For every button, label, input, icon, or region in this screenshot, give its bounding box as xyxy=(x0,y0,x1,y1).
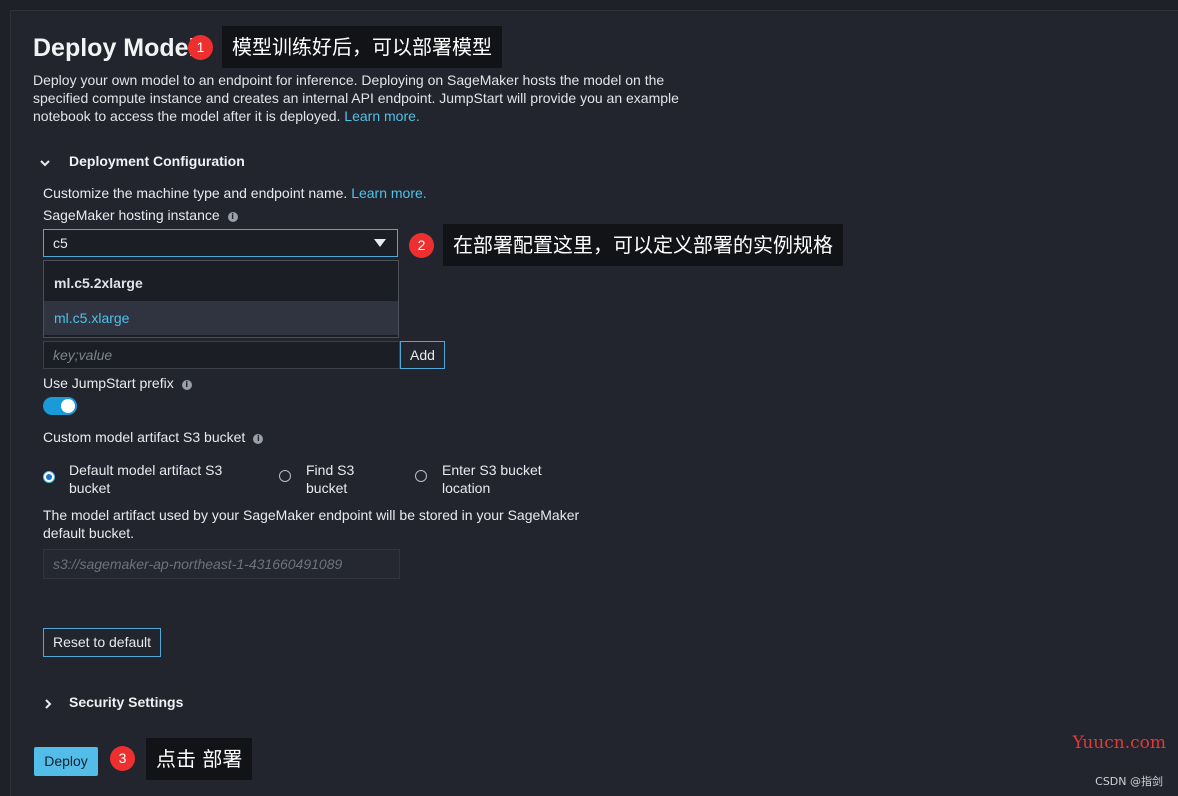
learn-more-link[interactable]: Learn more. xyxy=(344,108,419,124)
radio-label-line: Find S3 xyxy=(306,462,355,478)
caret-down-icon xyxy=(374,239,386,247)
instance-select[interactable]: c5 xyxy=(43,229,398,257)
prefix-label-row: Use JumpStart prefix i xyxy=(43,375,192,391)
author-watermark: CSDN @指剑 xyxy=(1095,775,1163,788)
instance-dropdown: ml.c5.2xlarge ml.c5.xlarge xyxy=(43,260,399,338)
radio-label-line: Default model artifact S3 xyxy=(69,462,223,478)
radio-label-line: bucket xyxy=(69,480,111,496)
s3-path-input: s3://sagemaker-ap-northeast-1-4316604910… xyxy=(43,549,400,579)
deployment-config-heading[interactable]: Deployment Configuration xyxy=(69,153,245,169)
s3-label-row: Custom model artifact S3 bucket i xyxy=(43,429,264,445)
info-icon[interactable]: i xyxy=(253,434,264,444)
instance-select-value: c5 xyxy=(53,235,68,251)
s3-note: The model artifact used by your SageMake… xyxy=(43,506,579,542)
page-description: Deploy your own model to an endpoint for… xyxy=(33,71,713,125)
radio-label-line: location xyxy=(442,480,491,496)
reset-to-default-button[interactable]: Reset to default xyxy=(43,628,161,657)
s3-note-line: default bucket. xyxy=(43,525,135,541)
toggle-knob xyxy=(61,399,75,413)
prefix-label: Use JumpStart prefix xyxy=(43,375,174,391)
annotation-badge: 3 xyxy=(110,746,135,771)
annotation-badge: 2 xyxy=(409,233,434,258)
annotation-badge: 1 xyxy=(188,35,213,60)
s3-label: Custom model artifact S3 bucket xyxy=(43,429,246,445)
info-icon[interactable]: i xyxy=(181,380,192,390)
jumpstart-prefix-toggle[interactable] xyxy=(43,397,77,415)
instance-option-highlighted[interactable]: ml.c5.xlarge xyxy=(44,301,398,335)
page-title: Deploy Model xyxy=(33,34,196,62)
config-learn-more-link[interactable]: Learn more. xyxy=(351,185,426,201)
chevron-right-icon[interactable] xyxy=(41,697,55,711)
radio-find-bucket[interactable] xyxy=(279,470,291,482)
config-intro: Customize the machine type and endpoint … xyxy=(43,185,427,201)
radio-default-bucket-label[interactable]: Default model artifact S3 bucket xyxy=(69,461,222,497)
radio-label-line: bucket xyxy=(306,480,348,496)
tag-input[interactable]: key;value xyxy=(43,341,400,369)
radio-default-bucket[interactable] xyxy=(43,471,55,483)
instance-label-row: SageMaker hosting instance i xyxy=(43,207,238,223)
deploy-button[interactable]: Deploy xyxy=(34,747,98,776)
radio-enter-bucket-label[interactable]: Enter S3 bucket location xyxy=(442,461,542,497)
radio-label-line: Enter S3 bucket xyxy=(442,462,542,478)
radio-enter-bucket[interactable] xyxy=(415,470,427,482)
deploy-panel xyxy=(10,10,1178,796)
s3-note-line: The model artifact used by your SageMake… xyxy=(43,507,580,523)
instance-option[interactable]: ml.c5.2xlarge xyxy=(44,266,398,300)
radio-find-bucket-label[interactable]: Find S3 bucket xyxy=(306,461,354,497)
chevron-down-icon[interactable] xyxy=(38,156,52,170)
site-watermark: Yuucn.com xyxy=(1072,733,1166,753)
add-button[interactable]: Add xyxy=(400,341,445,369)
annotation-callout: 模型训练好后，可以部署模型 xyxy=(222,26,502,68)
instance-label: SageMaker hosting instance xyxy=(43,207,220,223)
security-settings-heading[interactable]: Security Settings xyxy=(69,694,183,710)
config-intro-text: Customize the machine type and endpoint … xyxy=(43,185,348,201)
page: Deploy Model Deploy your own model to an… xyxy=(0,0,1178,796)
annotation-callout: 在部署配置这里，可以定义部署的实例规格 xyxy=(443,224,843,266)
annotation-callout: 点击 部署 xyxy=(146,738,253,780)
info-icon[interactable]: i xyxy=(227,212,238,222)
